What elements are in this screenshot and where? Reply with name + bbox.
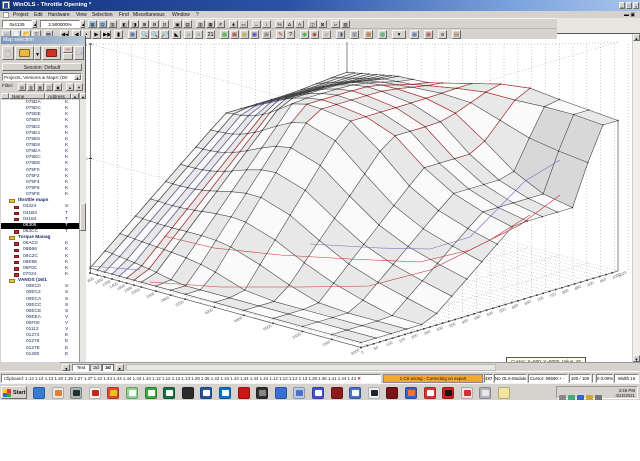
svg-text:3200: 3200 [174,299,185,308]
svg-text:70: 70 [86,156,88,161]
svg-text:2800: 2800 [160,295,171,304]
svg-text:8000: 8000 [350,347,361,356]
svg-text:50: 50 [373,344,380,351]
svg-text:0: 0 [360,349,365,355]
svg-text:6400: 6400 [292,331,303,340]
svg-text:5600: 5600 [262,323,273,332]
svg-text:4800: 4800 [233,315,244,324]
svg-text:140: 140 [86,42,87,47]
svg-text:2400: 2400 [145,291,156,300]
svg-text:7200: 7200 [321,339,332,348]
svg-text:4000: 4000 [204,307,215,316]
